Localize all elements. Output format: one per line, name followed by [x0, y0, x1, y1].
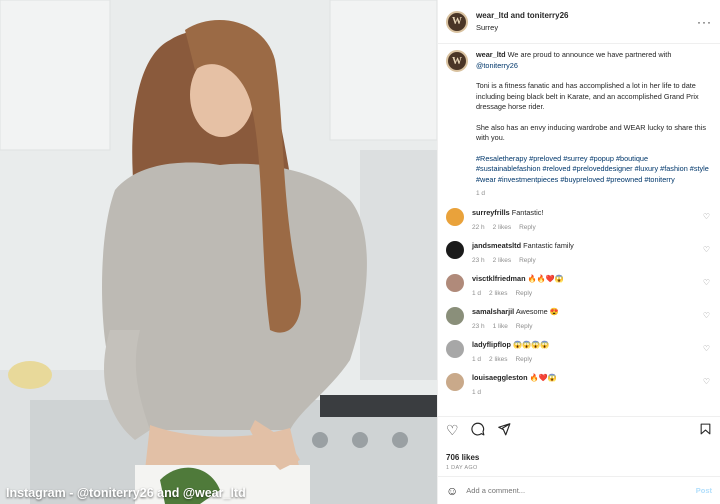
caption-text: wear_ltd We are proud to announce we hav…: [476, 50, 712, 200]
comment-username[interactable]: jandsmeatsltd: [472, 241, 521, 250]
comment-item: jandsmeatsltd Fantastic family 23 h 2 like…: [446, 240, 712, 266]
comment-likes[interactable]: 1 like: [493, 323, 508, 330]
comment-text: Fantastic!: [511, 207, 544, 217]
comment-username[interactable]: visctklfriedman: [472, 274, 526, 283]
small-heart-icon[interactable]: ♡: [703, 212, 710, 221]
reply-button[interactable]: Reply: [515, 290, 532, 297]
like-count[interactable]: 706 likes: [446, 453, 479, 462]
comment-username[interactable]: ladyflipflop: [472, 340, 511, 349]
comment-likes[interactable]: 2 likes: [489, 356, 507, 363]
comments-scroll-area[interactable]: W wear_ltd We are proud to announce we h…: [438, 44, 720, 416]
photo-credit: Instagram - @toniterry26 and @wear_ltd: [6, 486, 246, 500]
comment-body: samalsharjil Awesome 😍 23 h 1 like Reply: [472, 307, 559, 332]
header-names: wear_ltd and toniterry26 Surrey: [476, 10, 568, 34]
commenter-avatar[interactable]: [446, 273, 464, 292]
small-heart-icon[interactable]: ♡: [703, 344, 710, 353]
caption-avatar[interactable]: W: [446, 50, 468, 72]
post-header: W wear_ltd and toniterry26 Surrey ···: [438, 0, 720, 44]
comment-item: ladyflipflop 😱😱😱😱 1 d 2 likes Reply ♡: [446, 339, 712, 365]
comment-body: surreyfrills Fantastic! 22 h 2 likes Reply: [472, 208, 544, 233]
comment-body: louisaeggleston 🔥❤️😱 1 d: [472, 373, 557, 398]
caption-mention[interactable]: @toniterry26: [476, 61, 518, 70]
comment-likes[interactable]: 2 likes: [493, 257, 511, 264]
comment-text: 😱😱😱😱: [512, 339, 550, 349]
share-icon[interactable]: [497, 422, 511, 439]
post-date: 1 DAY AGO: [446, 465, 478, 471]
photo-illustration: [0, 0, 437, 504]
comment-likes[interactable]: 2 likes: [493, 224, 511, 231]
comment-meta: 1 d 2 likes Reply: [472, 289, 564, 299]
location-link[interactable]: Surrey: [476, 22, 568, 34]
comment-likes[interactable]: 2 likes: [489, 290, 507, 297]
more-options-icon[interactable]: ···: [697, 15, 712, 29]
reply-button[interactable]: Reply: [519, 224, 536, 231]
caption-username[interactable]: wear_ltd: [476, 50, 506, 59]
add-comment-bar: ☺ Post: [438, 476, 720, 504]
comment-meta: 1 d 2 likes Reply: [472, 355, 549, 365]
comment-item: surreyfrills Fantastic! 22 h 2 likes Reply ♡: [446, 207, 712, 233]
comment-age: 1 d: [472, 388, 482, 396]
comment-meta: 23 h 2 likes Reply: [472, 256, 574, 266]
heart-icon[interactable]: ♡: [446, 422, 459, 439]
caption-age: 1 d: [476, 190, 486, 197]
comment-input[interactable]: [466, 486, 657, 495]
reply-button[interactable]: Reply: [515, 356, 532, 363]
comment-username[interactable]: louisaeggleston: [472, 373, 528, 382]
commenter-avatar[interactable]: [446, 207, 464, 226]
comment-icon[interactable]: [470, 422, 485, 439]
commenter-avatar[interactable]: [446, 240, 464, 259]
comment-text: Fantastic family: [523, 240, 574, 250]
post-comment-button[interactable]: Post: [696, 486, 712, 495]
comment-age: 23 h: [472, 322, 485, 330]
commenter-avatar[interactable]: [446, 306, 464, 325]
small-heart-icon[interactable]: ♡: [703, 278, 710, 287]
comment-item: samalsharjil Awesome 😍 23 h 1 like Reply ♡: [446, 306, 712, 332]
comment-list: surreyfrills Fantastic! 22 h 2 likes Reply ♡…: [446, 207, 712, 398]
caption-line1: We are proud to announce we have partner…: [507, 50, 672, 59]
caption-paragraph-3: She also has an envy inducing wardrobe a…: [476, 122, 706, 143]
comment-username[interactable]: samalsharjil: [472, 307, 514, 316]
small-heart-icon[interactable]: ♡: [703, 311, 710, 320]
avatar[interactable]: W: [446, 10, 468, 33]
comment-body: jandsmeatsltd Fantastic family 23 h 2 like…: [472, 241, 574, 266]
comment-text: Awesome 😍: [515, 306, 559, 316]
comment-text: 🔥❤️😱: [529, 372, 557, 382]
header-accounts[interactable]: wear_ltd and toniterry26: [476, 10, 568, 22]
action-bar: ♡: [438, 416, 720, 444]
comment-item: louisaeggleston 🔥❤️😱 1 d ♡: [446, 372, 712, 398]
post-photo: Instagram - @toniterry26 and @wear_ltd: [0, 0, 437, 504]
comment-body: visctklfriedman 🔥🔥❤️😱 1 d 2 likes Reply: [472, 274, 564, 299]
comment-item: visctklfriedman 🔥🔥❤️😱 1 d 2 likes Reply ♡: [446, 273, 712, 299]
emoji-icon[interactable]: ☺: [446, 484, 458, 498]
comment-body: ladyflipflop 😱😱😱😱 1 d 2 likes Reply: [472, 340, 549, 365]
small-heart-icon[interactable]: ♡: [703, 377, 710, 386]
comment-username[interactable]: surreyfrills: [472, 208, 510, 217]
caption-paragraph-2: Toni is a fitness fanatic and has accomp…: [476, 81, 699, 111]
reply-button[interactable]: Reply: [519, 257, 536, 264]
small-heart-icon[interactable]: ♡: [703, 245, 710, 254]
bookmark-icon[interactable]: [699, 422, 712, 439]
comment-age: 1 d: [472, 355, 482, 363]
caption: W wear_ltd We are proud to announce we h…: [446, 50, 712, 200]
comment-meta: 22 h 2 likes Reply: [472, 223, 544, 233]
comment-age: 23 h: [472, 256, 485, 264]
commenter-avatar[interactable]: [446, 339, 464, 358]
comment-meta: 23 h 1 like Reply: [472, 322, 559, 332]
comment-age: 22 h: [472, 223, 485, 231]
caption-hashtags[interactable]: #Resaletherapy #preloved #surrey #popup …: [476, 154, 712, 186]
comment-text: 🔥🔥❤️😱: [527, 273, 564, 283]
post-panel: W wear_ltd and toniterry26 Surrey ··· W …: [437, 0, 720, 504]
commenter-avatar[interactable]: [446, 372, 464, 391]
reply-button[interactable]: Reply: [516, 323, 533, 330]
comment-meta: 1 d: [472, 388, 557, 398]
comment-age: 1 d: [472, 289, 482, 297]
